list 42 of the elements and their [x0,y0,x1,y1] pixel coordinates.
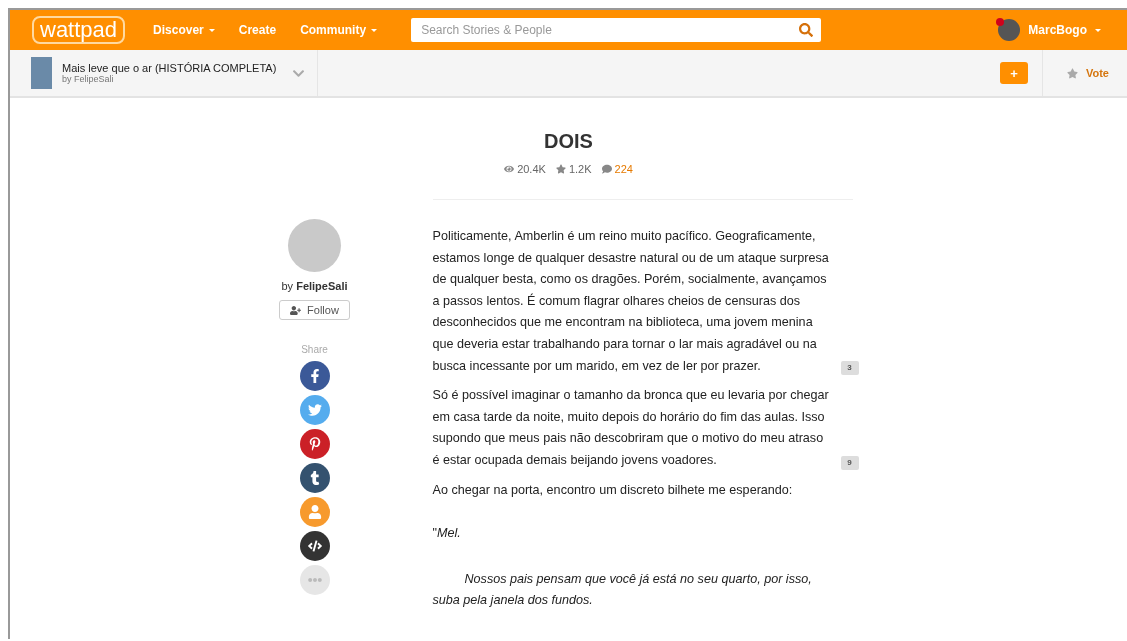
p-letter-icon [307,437,322,451]
share-button[interactable] [299,463,330,493]
share-button[interactable] [299,429,330,459]
comment-count[interactable]: 3 [840,361,859,376]
paragraph-text: "Mel. [432,526,461,541]
book-cover [31,57,52,89]
chapter-title: DOIS [544,130,593,153]
paragraph-text: Ao chegar na porta, encontro um discreto bilhete me esperando: [432,482,793,497]
speech-bubble-icon [601,164,612,174]
stat-count: 224 [614,163,633,175]
share-label: Share [301,344,328,355]
stat-count: 1.2K [568,163,592,175]
story-title[interactable]: Mais leve que o ar (HISTÓRIA COMPLETA) [62,62,277,74]
nav-link[interactable]: Create [238,23,277,37]
author-byline[interactable]: by FelipeSali [281,280,348,292]
search-icon[interactable] [799,23,814,37]
follow-button[interactable]: Follow [279,300,350,320]
bird-icon [307,403,322,417]
story-author[interactable]: by FelipeSali [62,74,277,84]
share-button[interactable] [299,361,330,391]
search-bar[interactable]: Search Stories & People [411,18,822,42]
star-icon [1066,67,1078,79]
caret-icon [1095,28,1101,32]
nav-link[interactable]: Community [300,23,378,37]
paragraph-text: Nossos pais pensam que você já está no seu quarto, por isso, suba pela janela dos fundos. [432,571,812,608]
person-icon [307,505,322,519]
share-button[interactable] [299,531,330,561]
nav-link[interactable]: Discover [153,23,215,37]
logo[interactable]: wattpad [32,16,126,44]
paragraph-text: Só é possível imaginar o tamanho da bronca que eu levaria por chegar em casa tarde da noite, muito depois do horário do fim das aulas. Isso supondo que meus pais não descobriram que o motivo do meu atraso é estar ocupada demais beijando jovens voadores. [432,388,829,467]
star-icon [555,164,566,174]
paragraph-text: Politicamente, Amberlin é um reino muito pacífico. Geograficamente, estamos longe de qualquer desastre natural ou de um ataque surpresa de qualquer besta, como os dragões. Porém, socialmente, avançamos a passos lentos. É comum flagrar olhares cheios de censuras dos desconhecidos que me encontram na biblioteca, uma jovem menina que deveria estar trabalhando para tornar o lar mais agradável ou na busca incessante por um marido, em vez de ler por prazer. [432,229,829,373]
user-menu[interactable]: MarcBogo [998,19,1101,41]
add-button[interactable]: + [999,62,1028,84]
add-user-icon [290,304,302,316]
comment-count[interactable]: 9 [840,455,859,470]
code-icon [307,539,322,553]
vote-button[interactable]: Vote [1041,50,1127,96]
stat-count: 20.4K [517,163,546,175]
eye-icon [504,164,515,174]
author-photo [288,219,341,272]
avatar [998,19,1021,41]
